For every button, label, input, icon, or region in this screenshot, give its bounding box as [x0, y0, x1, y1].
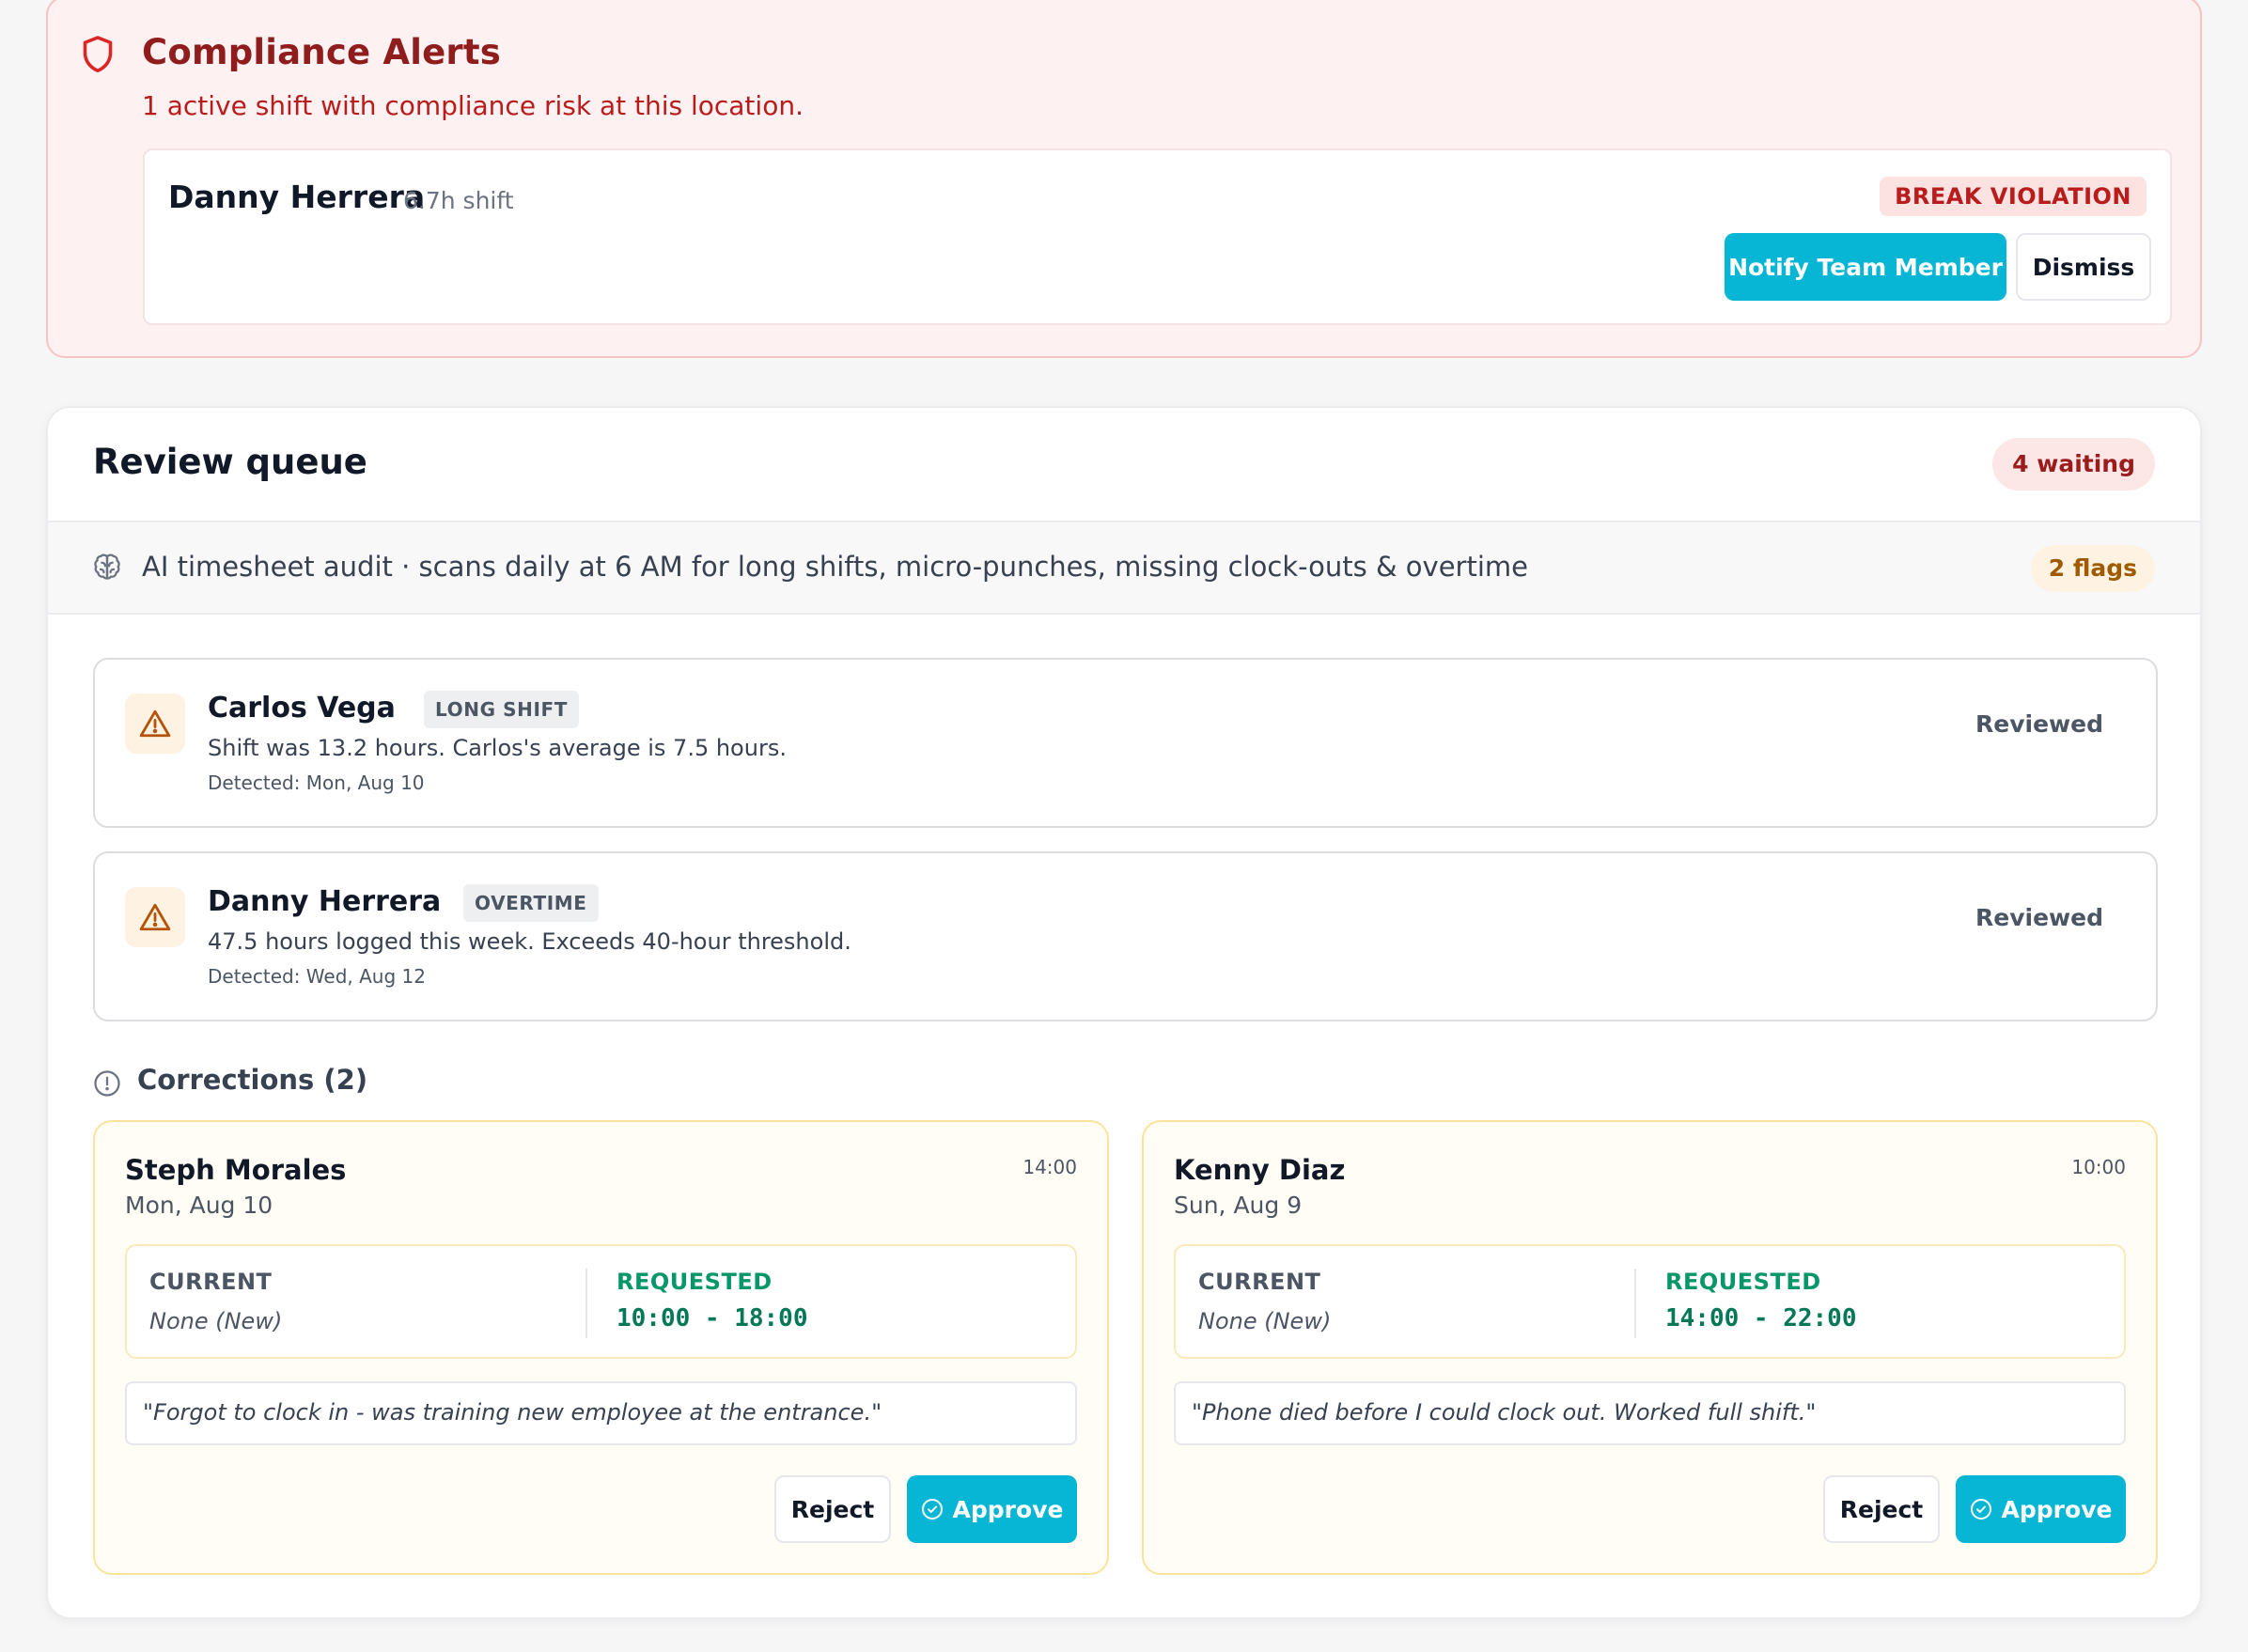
flag-employee-name: Danny Herrera [208, 885, 442, 918]
alert-shift-length: 6.7h shift [403, 187, 514, 214]
flag-icon-container [125, 694, 185, 754]
check-circle-icon [921, 1499, 943, 1520]
ai-audit-description: AI timesheet audit · scans daily at 6 AM… [142, 551, 1528, 583]
flag-description: Shift was 13.2 hours. Carlos's average i… [208, 735, 787, 761]
flag-type-tag: OVERTIME [463, 884, 599, 922]
check-circle-icon [1970, 1499, 1991, 1520]
reject-button[interactable]: Reject [774, 1475, 891, 1543]
alert-employee-name: Danny Herrera [168, 179, 426, 215]
notify-team-member-button[interactable]: Notify Team Member [1725, 233, 2006, 301]
correction-reason: "Phone died before I could clock out. Wo… [1174, 1381, 2126, 1445]
corrections-title: Corrections (2) [137, 1064, 368, 1096]
flag-type-tag: LONG SHIFT [424, 691, 580, 728]
dismiss-button[interactable]: Dismiss [2016, 233, 2151, 301]
comparison-divider [1634, 1269, 1636, 1338]
reject-button[interactable]: Reject [1823, 1475, 1940, 1543]
correction-reason: "Forgot to clock in - was training new e… [125, 1381, 1077, 1445]
flag-detected-date: Detected: Wed, Aug 12 [208, 965, 426, 988]
correction-card: Steph Morales Mon, Aug 10 14:00 CURRENT … [93, 1120, 1109, 1575]
correction-card: Kenny Diaz Sun, Aug 9 10:00 CURRENT None… [1142, 1120, 2158, 1575]
brain-icon [94, 553, 120, 580]
warning-triangle-icon [139, 709, 171, 738]
correction-time: 14:00 [1023, 1156, 1077, 1178]
review-queue-panel: Review queue 4 waiting AI timesheet audi… [46, 406, 2202, 1619]
correction-comparison: CURRENT None (New) REQUESTED 10:00 - 18:… [125, 1244, 1077, 1359]
correction-employee-name: Kenny Diaz [1174, 1154, 1346, 1186]
approve-button[interactable]: Approve [907, 1475, 1077, 1543]
alert-circle-icon [94, 1070, 120, 1097]
current-label: CURRENT [1198, 1269, 1321, 1295]
correction-comparison: CURRENT None (New) REQUESTED 14:00 - 22:… [1174, 1244, 2126, 1359]
ai-audit-bar: AI timesheet audit · scans daily at 6 AM… [48, 521, 2200, 615]
waiting-count-badge: 4 waiting [1992, 438, 2155, 491]
current-label: CURRENT [149, 1269, 273, 1295]
requested-value: 10:00 - 18:00 [617, 1304, 808, 1333]
approve-label: Approve [952, 1495, 1064, 1523]
flag-employee-name: Carlos Vega [208, 692, 396, 725]
flag-description: 47.5 hours logged this week. Exceeds 40-… [208, 928, 851, 955]
correction-employee-name: Steph Morales [125, 1154, 347, 1186]
shield-icon [83, 36, 113, 73]
compliance-alert-card: Danny Herrera 6.7h shift BREAK VIOLATION… [143, 148, 2172, 325]
correction-time: 10:00 [2071, 1156, 2126, 1178]
warning-triangle-icon [139, 903, 171, 931]
comparison-divider [585, 1269, 587, 1338]
current-value: None (New) [149, 1308, 283, 1334]
approve-label: Approve [2001, 1495, 2113, 1523]
requested-label: REQUESTED [617, 1269, 773, 1295]
compliance-alerts-subtitle: 1 active shift with compliance risk at t… [142, 90, 804, 121]
compliance-alerts-panel: Compliance Alerts 1 active shift with co… [46, 0, 2202, 358]
approve-button[interactable]: Approve [1956, 1475, 2126, 1543]
current-value: None (New) [1198, 1308, 1332, 1334]
flag-card[interactable]: Carlos Vega LONG SHIFT Shift was 13.2 ho… [93, 658, 2158, 828]
flags-count-badge: 2 flags [2030, 545, 2155, 592]
break-violation-badge: BREAK VIOLATION [1880, 177, 2147, 216]
flag-reviewed-status[interactable]: Reviewed [1975, 710, 2103, 738]
correction-date: Sun, Aug 9 [1174, 1192, 1303, 1219]
page: Compliance Alerts 1 active shift with co… [0, 0, 2248, 1652]
review-queue-title: Review queue [93, 442, 367, 482]
compliance-alerts-title: Compliance Alerts [142, 32, 501, 72]
requested-label: REQUESTED [1665, 1269, 1821, 1295]
flag-icon-container [125, 887, 185, 947]
flag-reviewed-status[interactable]: Reviewed [1975, 904, 2103, 931]
flag-detected-date: Detected: Mon, Aug 10 [208, 771, 425, 794]
flag-card[interactable]: Danny Herrera OVERTIME 47.5 hours logged… [93, 851, 2158, 1021]
correction-date: Mon, Aug 10 [125, 1192, 273, 1219]
requested-value: 14:00 - 22:00 [1665, 1304, 1857, 1333]
